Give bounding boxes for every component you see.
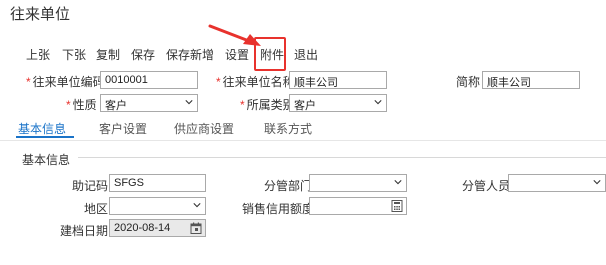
tab-contact[interactable]: 联系方式 — [264, 120, 312, 137]
credit-limit-input[interactable] — [309, 197, 407, 215]
section-title: 基本信息 — [22, 153, 71, 167]
annotation-arrow-icon — [208, 24, 261, 46]
chevron-down-icon — [193, 203, 201, 208]
tab-customer-settings[interactable]: 客户设置 — [99, 120, 147, 137]
calendar-icon[interactable] — [190, 222, 202, 234]
credit-limit-label: 销售信用额度 — [242, 202, 315, 216]
tab-basic-info[interactable]: 基本信息 — [18, 120, 66, 137]
section-divider — [78, 157, 606, 158]
mnemonic-label: 助记码 — [72, 179, 109, 193]
name-input[interactable]: 顺丰公司 — [289, 71, 387, 89]
tabs-divider — [0, 140, 606, 141]
code-input[interactable]: 0010001 — [100, 71, 198, 89]
chevron-down-icon — [374, 100, 382, 105]
settings-button[interactable]: 设置 — [225, 46, 249, 63]
next-button[interactable]: 下张 — [62, 46, 86, 63]
mnemonic-input[interactable]: SFGS — [109, 174, 206, 192]
region-select[interactable] — [109, 197, 206, 215]
active-tab-indicator — [16, 136, 74, 138]
prev-button[interactable]: 上张 — [26, 46, 50, 63]
short-name-label: 简称 — [456, 75, 481, 89]
name-label: * 往来单位名称 — [216, 75, 295, 89]
copy-button[interactable]: 复制 — [96, 46, 120, 63]
chevron-down-icon — [185, 100, 193, 105]
save-button[interactable]: 保存 — [131, 46, 155, 63]
nature-label: * 性质 — [66, 98, 97, 112]
calculator-icon[interactable] — [391, 200, 403, 212]
dept-select[interactable] — [309, 174, 407, 192]
chevron-down-icon — [593, 180, 601, 185]
category-select[interactable]: 客户 — [289, 94, 387, 112]
category-label: * 所属类别 — [240, 98, 295, 112]
chevron-down-icon — [394, 180, 402, 185]
page-title: 往来单位 — [10, 6, 71, 23]
created-date-value: 2020-08-14 — [114, 222, 171, 234]
category-value: 客户 — [294, 100, 316, 112]
dept-label: 分管部门 — [264, 179, 313, 193]
person-select[interactable] — [508, 174, 606, 192]
exit-button[interactable]: 退出 — [294, 46, 318, 63]
nature-value: 客户 — [105, 100, 127, 112]
region-label: 地区 — [84, 202, 109, 216]
created-date-input[interactable]: 2020-08-14 — [109, 219, 206, 237]
person-label: 分管人员 — [462, 179, 511, 193]
short-name-input[interactable]: 顺丰公司 — [482, 71, 580, 89]
tab-supplier-settings[interactable]: 供应商设置 — [174, 120, 234, 137]
save-and-new-button[interactable]: 保存新增 — [166, 46, 214, 63]
code-label: * 往来单位编码 — [26, 75, 105, 89]
nature-select[interactable]: 客户 — [100, 94, 198, 112]
created-date-label: 建档日期 — [60, 224, 109, 238]
